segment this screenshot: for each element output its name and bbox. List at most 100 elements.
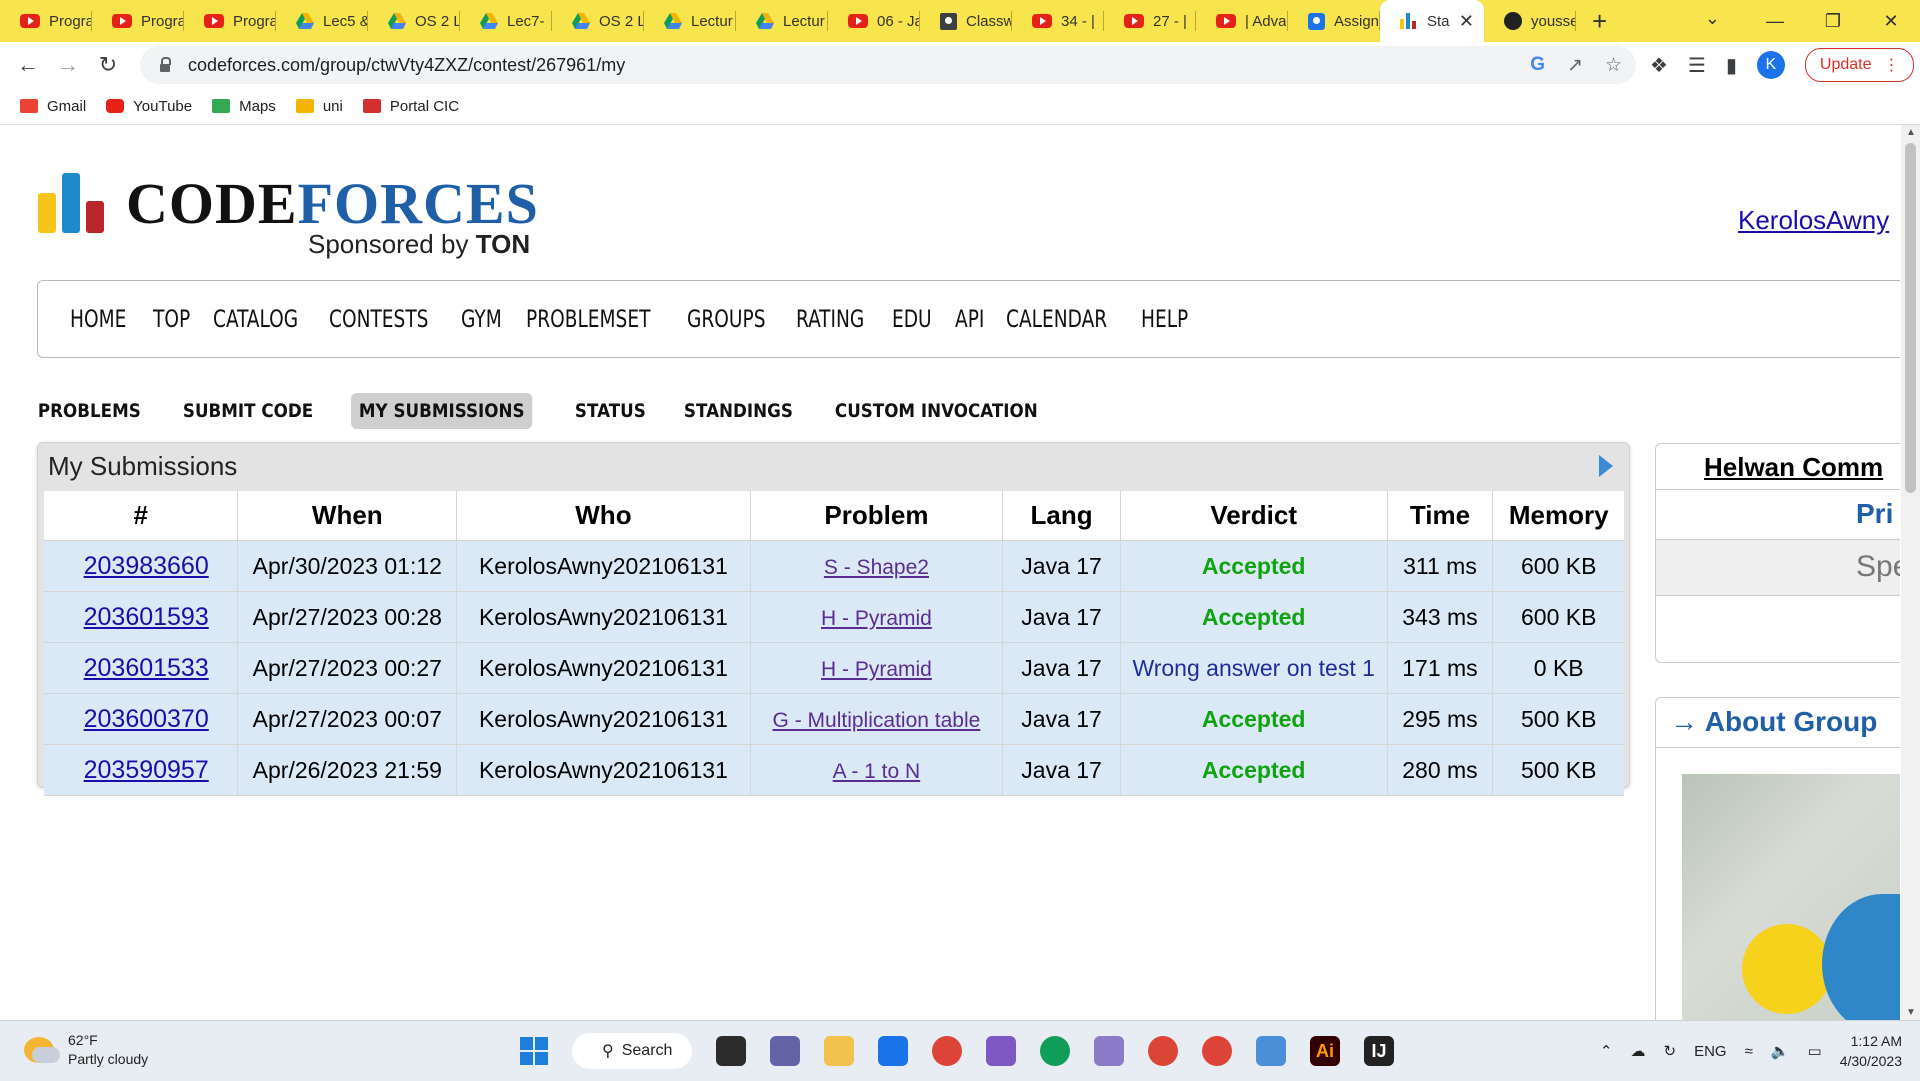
problem-link[interactable]: S - Shape2	[824, 556, 929, 579]
tab[interactable]: 34 - |	[1012, 0, 1104, 42]
clock[interactable]: 1:12 AM 4/30/2023	[1840, 1031, 1902, 1071]
bookmark-maps[interactable]: Maps	[212, 98, 276, 115]
volume-icon[interactable]: 🔈	[1771, 1042, 1790, 1060]
edge-icon[interactable]	[1040, 1036, 1070, 1066]
address-bar[interactable]: codeforces.com/group/ctwVty4ZXZ/contest/…	[140, 46, 1636, 84]
tab[interactable]: OS 2 L	[552, 0, 644, 42]
tab[interactable]: Progra	[92, 0, 184, 42]
tab-search-chevron-icon[interactable]: ⌄	[1705, 8, 1720, 29]
profile-avatar[interactable]: K	[1756, 51, 1785, 79]
problem-link[interactable]: H - Pyramid	[821, 607, 932, 630]
battery-icon[interactable]: ▭	[1808, 1042, 1822, 1060]
menu-top[interactable]: TOP	[153, 305, 190, 333]
lock-icon[interactable]	[160, 57, 171, 72]
tab[interactable]: yousse	[1484, 0, 1576, 42]
tab[interactable]: Lectur	[736, 0, 828, 42]
extensions-icon[interactable]: ❖	[1650, 53, 1668, 78]
scroll-up-icon[interactable]: ▲	[1906, 127, 1916, 138]
problem-link[interactable]: G - Multiplication table	[773, 709, 981, 732]
submission-id-link[interactable]: 203601533	[84, 654, 209, 682]
bookmark-star-icon[interactable]: ☆	[1605, 54, 1622, 77]
tab[interactable]: Lec7-	[460, 0, 552, 42]
tab[interactable]: Classw	[920, 0, 1012, 42]
tab[interactable]: Progra	[0, 0, 92, 42]
page-scrollbar[interactable]: ▲ ▼	[1901, 125, 1920, 1020]
taskbar-search[interactable]: ⚲ Search	[572, 1033, 692, 1069]
submenu-submit-code[interactable]: SUBMIT CODE	[175, 393, 321, 429]
copilot-icon[interactable]	[1094, 1036, 1124, 1066]
forward-icon[interactable]: →	[48, 52, 88, 78]
submenu-status[interactable]: STATUS	[567, 393, 654, 429]
notepad-icon[interactable]	[1256, 1036, 1286, 1066]
menu-help[interactable]: HELP	[1141, 305, 1188, 333]
teams-chat-icon[interactable]	[770, 1036, 800, 1066]
media-queue-icon[interactable]: ☰	[1688, 53, 1706, 78]
problem-link[interactable]: A - 1 to N	[833, 760, 921, 783]
wifi-icon[interactable]: ≈	[1745, 1043, 1753, 1060]
user-profile-link[interactable]: KerolosAwny	[1738, 205, 1889, 236]
menu-gym[interactable]: GYM	[461, 305, 502, 333]
language-indicator[interactable]: ENG	[1694, 1043, 1727, 1060]
bookmark-youtube[interactable]: YouTube	[106, 98, 192, 115]
menu-groups[interactable]: GROUPS	[687, 305, 765, 333]
side-panel-icon[interactable]: ▮	[1726, 53, 1737, 78]
mail-icon[interactable]	[878, 1036, 908, 1066]
submenu-problems[interactable]: PROBLEMS	[30, 393, 149, 429]
submission-id-link[interactable]: 203983660	[84, 552, 209, 580]
tab[interactable]: Assign	[1288, 0, 1380, 42]
tab[interactable]: OS 2 L	[368, 0, 460, 42]
scrollbar-thumb[interactable]	[1905, 143, 1916, 493]
update-button[interactable]: Update ⋮	[1804, 48, 1915, 82]
submission-id-link[interactable]: 203590957	[84, 756, 209, 784]
close-tab-icon[interactable]: ✕	[1459, 11, 1474, 32]
submission-id-link[interactable]: 203601593	[84, 603, 209, 631]
submenu-custom-invocation[interactable]: CUSTOM INVOCATION	[827, 393, 1046, 429]
share-icon[interactable]: ↗	[1567, 54, 1583, 77]
problem-link[interactable]: H - Pyramid	[821, 658, 932, 681]
visual-studio-icon[interactable]	[986, 1036, 1016, 1066]
google-icon[interactable]: G	[1530, 54, 1545, 77]
menu-rating[interactable]: RATING	[796, 305, 864, 333]
menu-problemset[interactable]: PROBLEMSET	[526, 305, 650, 333]
tab[interactable]: Lec5 &	[276, 0, 368, 42]
chrome-profile-icon[interactable]	[1148, 1036, 1178, 1066]
file-explorer-icon[interactable]	[824, 1036, 854, 1066]
menu-home[interactable]: HOME	[70, 305, 126, 333]
bookmark-portal-cic[interactable]: Portal CIC	[362, 98, 459, 115]
tab-active[interactable]: Sta ✕	[1380, 0, 1484, 42]
onedrive-icon[interactable]: ☁	[1631, 1042, 1646, 1060]
tab[interactable]: 27 - |	[1104, 0, 1196, 42]
submission-id-link[interactable]: 203600370	[84, 705, 209, 733]
task-view-icon[interactable]	[716, 1036, 746, 1066]
restore-icon[interactable]: ❐	[1804, 11, 1862, 32]
tab[interactable]: 06 - Ja	[828, 0, 920, 42]
minimize-icon[interactable]: —	[1746, 11, 1804, 32]
menu-catalog[interactable]: CATALOG	[213, 305, 298, 333]
close-window-icon[interactable]: ✕	[1862, 11, 1920, 32]
back-icon[interactable]: ←	[8, 52, 48, 78]
tab[interactable]: | Adva	[1196, 0, 1288, 42]
bookmark-gmail[interactable]: Gmail	[20, 98, 86, 115]
tab[interactable]: Lectur	[644, 0, 736, 42]
reload-icon[interactable]: ↻	[88, 52, 128, 78]
menu-api[interactable]: API	[955, 305, 984, 333]
menu-contests[interactable]: CONTESTS	[329, 305, 428, 333]
menu-edu[interactable]: EDU	[892, 305, 932, 333]
url-text[interactable]: codeforces.com/group/ctwVty4ZXZ/contest/…	[188, 55, 625, 76]
chrome-alt-icon[interactable]	[1202, 1036, 1232, 1066]
chrome-icon[interactable]	[932, 1036, 962, 1066]
weather-widget[interactable]: 62°F Partly cloudy	[24, 1031, 148, 1069]
new-tab-button[interactable]: +	[1592, 6, 1607, 37]
collapse-arrow-icon[interactable]	[1599, 455, 1613, 477]
codeforces-logo[interactable]: CODEFORCES	[38, 173, 539, 233]
submenu-standings[interactable]: STANDINGS	[676, 393, 801, 429]
tray-chevron-icon[interactable]: ⌃	[1600, 1042, 1613, 1060]
tab[interactable]: Progra	[184, 0, 276, 42]
illustrator-icon[interactable]: Ai	[1310, 1036, 1340, 1066]
submenu-my-submissions[interactable]: MY SUBMISSIONS	[350, 393, 533, 429]
menu-calendar[interactable]: CALENDAR	[1006, 305, 1107, 333]
start-windows-icon[interactable]	[520, 1037, 548, 1065]
intellij-icon[interactable]: IJ	[1364, 1036, 1394, 1066]
bookmark-uni[interactable]: uni	[295, 98, 343, 115]
sync-icon[interactable]: ↻	[1664, 1042, 1677, 1060]
